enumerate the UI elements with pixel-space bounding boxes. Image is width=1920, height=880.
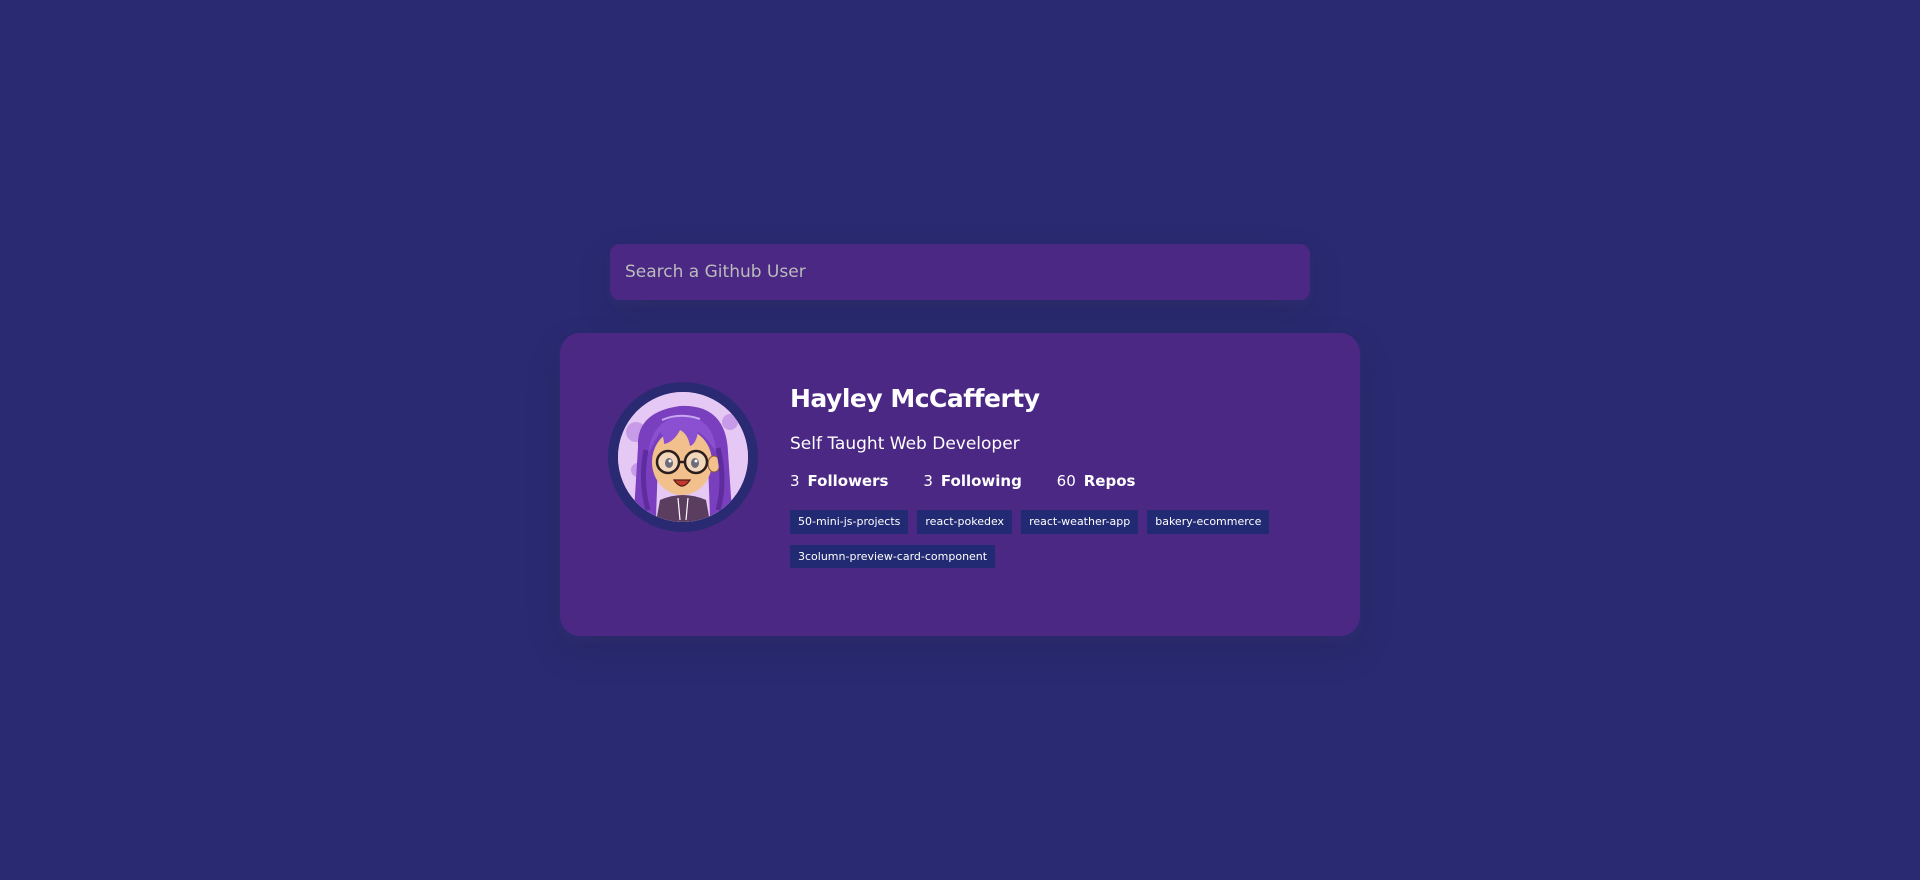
user-name: Hayley McCafferty: [790, 384, 1040, 413]
repo-link[interactable]: 3column-preview-card-component: [790, 544, 996, 568]
repo-list: 50-mini-js-projects react-pokedex react-…: [790, 510, 1312, 578]
repo-link[interactable]: react-pokedex: [917, 510, 1013, 534]
avatar-container: [608, 382, 758, 587]
repos-count: 60: [1056, 472, 1076, 491]
repo-link[interactable]: 50-mini-js-projects: [790, 510, 909, 534]
avatar: [608, 382, 758, 532]
search-form: [610, 244, 1310, 300]
user-stats: 3 Followers 3 Following 60 Repos: [790, 472, 1190, 490]
repos-label: Repos: [1083, 472, 1136, 491]
stat-followers: 3 Followers: [790, 472, 923, 490]
user-info: Hayley McCafferty Self Taught Web Develo…: [790, 382, 1312, 587]
following-label: Following: [940, 472, 1022, 491]
repo-link[interactable]: react-weather-app: [1021, 510, 1139, 534]
search-input[interactable]: [610, 244, 1310, 300]
followers-count: 3: [790, 472, 800, 491]
user-bio: Self Taught Web Developer: [790, 434, 1020, 454]
following-count: 3: [923, 472, 933, 491]
stat-repos: 60 Repos: [1057, 472, 1190, 490]
user-card: Hayley McCafferty Self Taught Web Develo…: [560, 333, 1360, 636]
stat-following: 3 Following: [923, 472, 1056, 490]
repo-link[interactable]: bakery-ecommerce: [1147, 510, 1270, 534]
followers-label: Followers: [807, 472, 889, 491]
